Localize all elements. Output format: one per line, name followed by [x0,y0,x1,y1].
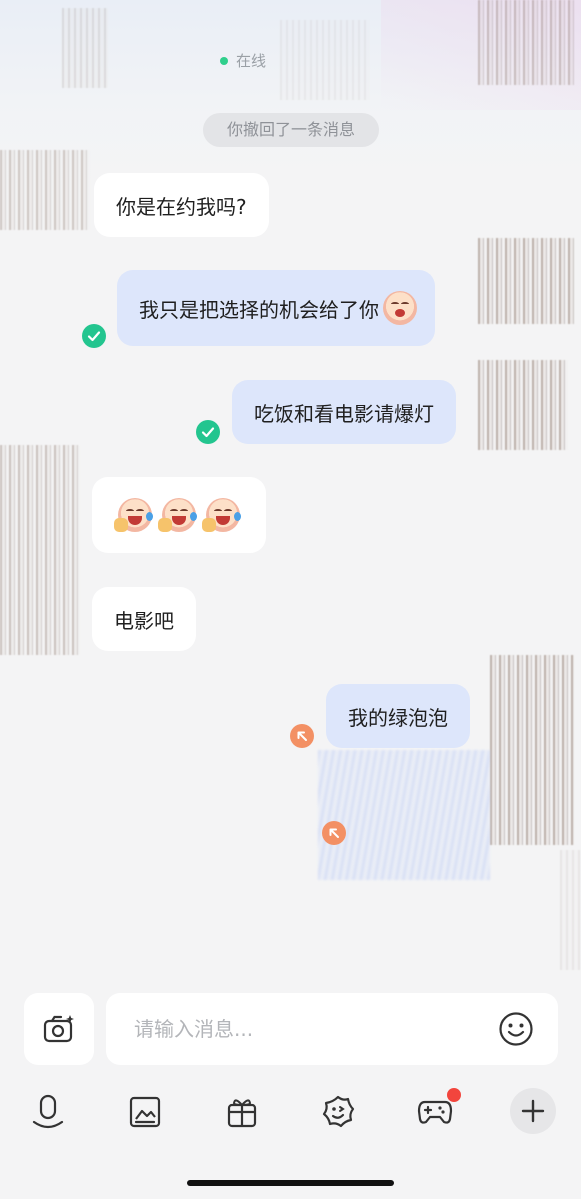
message-text: 电影吧 [114,608,174,633]
redacted-avatar-top-left [62,8,108,88]
laughing-crying-emoji-icon [158,498,197,532]
online-status-text: 在线 [236,52,267,70]
message-bubble-outgoing[interactable]: 吃饭和看电影请爆灯 [232,380,456,444]
microphone-icon [32,1094,64,1129]
message-text: 我的绿泡泡 [348,705,448,730]
read-check-icon [196,420,220,444]
notification-badge [447,1088,461,1102]
camera-sparkle-icon [43,1015,74,1043]
redacted-avatar-top-right [478,0,574,85]
laughing-crying-emoji-icon [114,498,153,532]
message-bubble-incoming[interactable]: 电影吧 [92,587,196,651]
redacted-avatar-right-3 [490,655,574,845]
message-bubble-incoming[interactable]: 你是在约我吗? [94,173,269,237]
bottom-toolbar [0,1080,581,1144]
sticker-icon [322,1095,355,1128]
redacted-image-message [318,750,490,880]
game-controller-icon [417,1100,453,1124]
message-bubble-outgoing[interactable]: 我只是把选择的机会给了你 [117,270,435,346]
message-bubble-incoming-emoji[interactable] [92,477,266,553]
gift-icon [227,1099,257,1128]
send-failed-icon[interactable] [322,821,346,845]
message-input[interactable] [106,993,476,1065]
image-icon [129,1096,161,1128]
redacted-name [280,20,370,100]
redacted-avatar-right-2 [478,360,568,450]
smiley-emoji-button-icon[interactable] [498,1011,534,1047]
message-input-field[interactable] [106,993,558,1065]
message-bubble-outgoing[interactable]: 我的绿泡泡 [326,684,470,748]
redacted-avatar-right-1 [478,238,574,324]
message-text: 我只是把选择的机会给了你 [139,297,379,322]
redacted-avatar-left-2 [0,445,80,655]
camera-button[interactable] [24,993,94,1065]
recall-notice: 你撤回了一条消息 [203,113,379,147]
gift-button[interactable] [222,1092,262,1132]
message-text: 吃饭和看电影请爆灯 [254,401,434,426]
sticker-button[interactable] [318,1092,358,1132]
redacted-avatar-left-1 [0,150,90,230]
online-dot-icon [220,56,228,65]
redacted-strip-right [560,850,580,970]
online-status: 在线 [220,50,266,71]
home-indicator[interactable] [187,1180,394,1186]
plus-icon [521,1099,545,1123]
send-failed-icon[interactable] [290,724,314,748]
game-button[interactable] [415,1088,461,1132]
dizzy-face-emoji-icon [383,291,417,325]
voice-button[interactable] [28,1092,68,1132]
image-button[interactable] [125,1092,165,1132]
read-check-icon [82,324,106,348]
composer [24,993,558,1065]
more-button[interactable] [510,1088,556,1134]
message-text: 你是在约我吗? [116,194,247,219]
laughing-crying-emoji-icon [202,498,241,532]
